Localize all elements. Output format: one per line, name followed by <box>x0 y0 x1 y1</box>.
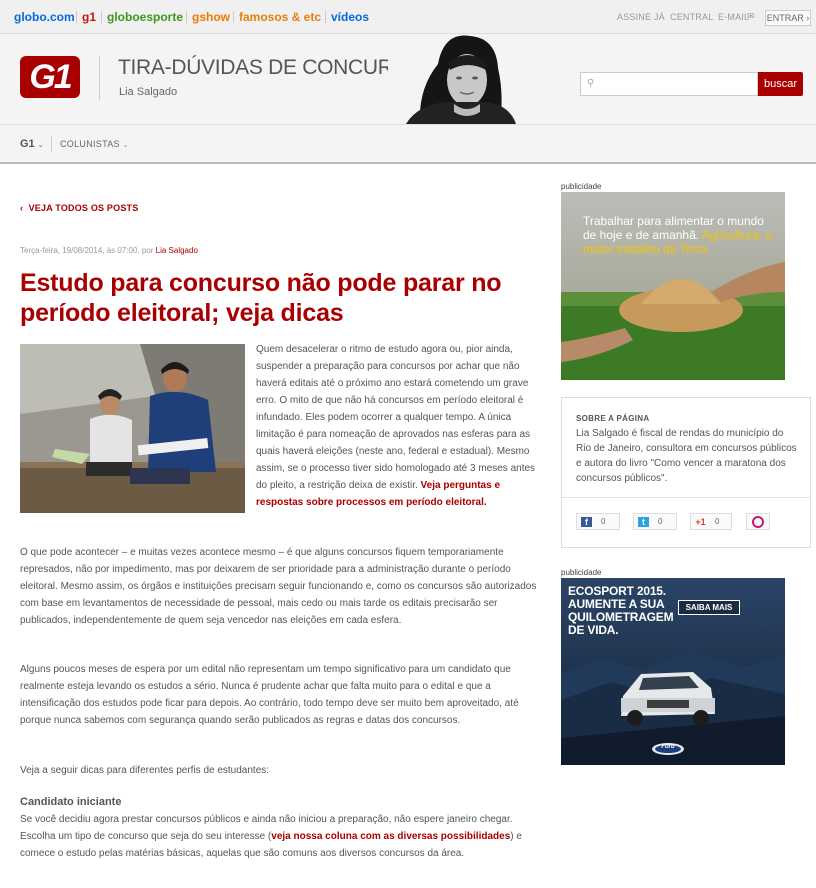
famosos-link[interactable]: famosos & etc <box>239 10 321 24</box>
entrar-button[interactable]: ENTRAR › <box>765 10 811 26</box>
all-posts-link[interactable]: ‹ VEJA TODOS OS POSTS <box>20 203 138 213</box>
videos-link[interactable]: vídeos <box>331 10 369 24</box>
google-plus-icon: +1 <box>695 517 706 527</box>
about-heading: SOBRE A PÁGINA <box>576 414 650 423</box>
divider <box>186 11 187 23</box>
ad2-text: ECOSPORT 2015. AUMENTE A SUA QUILOMETRAG… <box>568 584 674 637</box>
facebook-icon: f <box>581 517 592 527</box>
subheading: Candidato iniciante <box>20 796 122 808</box>
search-input[interactable] <box>601 75 751 93</box>
facebook-count: 0 <box>601 517 606 526</box>
saiba-mais-button[interactable]: SAIBA MAIS <box>678 600 740 615</box>
divider <box>76 11 77 23</box>
chevron-down-icon: ⌄ <box>122 142 129 149</box>
blog-author: Lia Salgado <box>119 86 178 98</box>
ad-label: publicidade <box>561 182 602 191</box>
divider <box>562 497 810 498</box>
envelope-icon[interactable]: ✉ <box>747 11 755 22</box>
gshow-link[interactable]: gshow <box>192 10 230 24</box>
nav-bar: G1 ⌄ COLUNISTAS ⌄ <box>0 124 816 164</box>
divider <box>233 11 234 23</box>
article-paragraph-2: O que pode acontecer – e muitas vezes ac… <box>20 547 537 626</box>
central-link[interactable]: CENTRAL <box>670 12 713 22</box>
article-photo <box>20 344 245 513</box>
google-plus-share-button[interactable]: +1 0 <box>690 513 732 530</box>
divider <box>101 11 102 23</box>
orkut-icon <box>752 516 764 528</box>
google-plus-count: 0 <box>715 517 720 526</box>
divider <box>51 136 52 152</box>
orkut-share-button[interactable] <box>746 513 770 530</box>
ford-logo: Ford <box>661 744 675 750</box>
agriculture-ad[interactable]: Trabalhar para alimentar o mundo de hoje… <box>561 192 785 380</box>
search-button[interactable]: buscar <box>758 72 803 96</box>
search-box[interactable]: ⚲ <box>580 72 758 96</box>
facebook-share-button[interactable]: f 0 <box>576 513 620 530</box>
article-headline: Estudo para concurso não pode parar no p… <box>20 269 502 327</box>
twitter-count: 0 <box>658 517 663 526</box>
article-paragraph-5: Se você decidiu agora prestar concursos … <box>20 814 522 859</box>
twitter-icon: t <box>638 517 649 527</box>
g1-link[interactable]: g1 <box>82 10 96 24</box>
assine-ja-link[interactable]: ASSINE JÁ <box>617 12 665 22</box>
author-link[interactable]: Lia Salgado <box>156 246 198 255</box>
column-possibilities-link[interactable]: veja nossa coluna com as diversas possib… <box>271 831 510 842</box>
g1-logo[interactable]: G1 <box>20 56 80 98</box>
colunistas-menu[interactable]: COLUNISTAS ⌄ <box>60 139 129 149</box>
article-paragraph-1: Quem desacelerar o ritmo de estudo agora… <box>256 344 536 508</box>
ad-label: publicidade <box>561 568 602 577</box>
about-text: Lia Salgado é fiscal de rendas do municí… <box>576 428 797 484</box>
divider <box>99 56 100 100</box>
post-meta: Terça-feira, 19/08/2014, às 07:00, por L… <box>20 246 198 255</box>
chevron-down-icon: ⌄ <box>37 142 44 149</box>
about-box: SOBRE A PÁGINA Lia Salgado é fiscal de r… <box>561 397 811 548</box>
email-link[interactable]: E-MAIL <box>718 12 749 22</box>
blog-header: G1 TIRA-DÚVIDAS DE CONCURSOS Lia Salgado… <box>0 34 816 124</box>
twitter-share-button[interactable]: t 0 <box>633 513 677 530</box>
g1-menu[interactable]: G1 ⌄ <box>20 138 44 150</box>
search-icon: ⚲ <box>587 78 595 89</box>
divider <box>325 11 326 23</box>
globo-com-link[interactable]: globo.com <box>14 10 75 24</box>
article-paragraph-4: Veja a seguir dicas para diferentes perf… <box>20 765 270 776</box>
ad1-text: Trabalhar para alimentar o mundo de hoje… <box>583 214 773 256</box>
globo-top-bar: globo.com g1 globoesporte gshow famosos … <box>0 0 816 34</box>
article-paragraph-3: Alguns poucos meses de espera por um edi… <box>20 664 519 726</box>
author-portrait <box>388 34 518 124</box>
globoesporte-link[interactable]: globoesporte <box>107 10 183 24</box>
ford-ecosport-ad[interactable]: ECOSPORT 2015. AUMENTE A SUA QUILOMETRAG… <box>561 578 785 765</box>
